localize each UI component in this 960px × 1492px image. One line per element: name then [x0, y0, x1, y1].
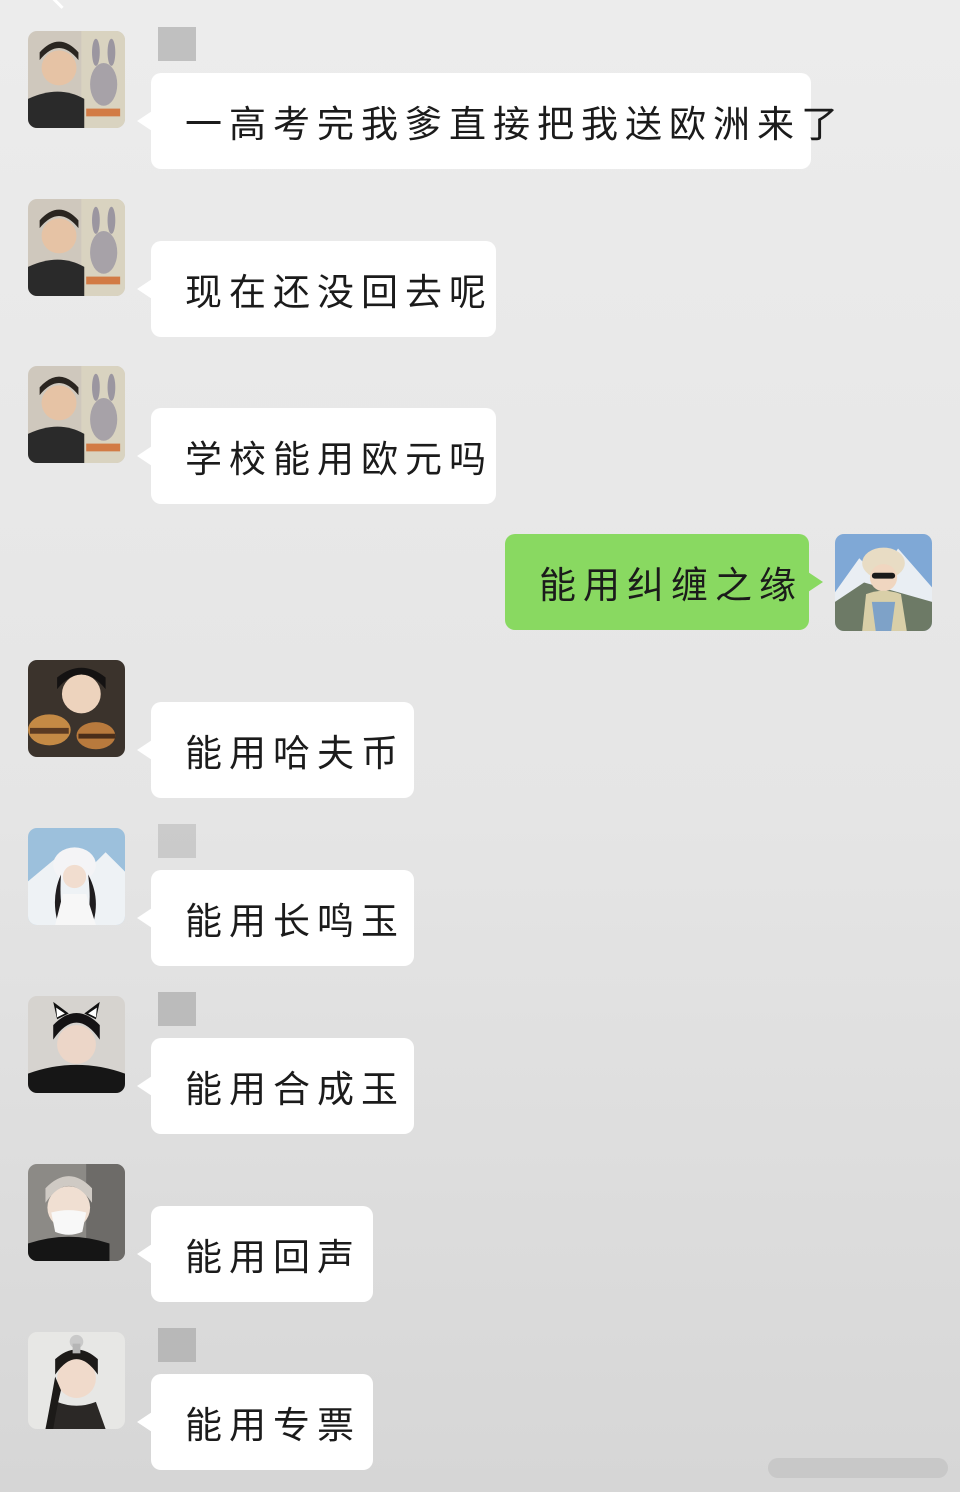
avatar-costume-man[interactable] [28, 1332, 125, 1429]
message-bubble[interactable]: 能用合成玉 [137, 1038, 414, 1134]
message-bubble[interactable]: 能用长鸣玉 [137, 870, 414, 966]
sender-name-masked [158, 992, 196, 1026]
avatar-boy-with-plush-toy[interactable] [28, 199, 125, 296]
message-bubble[interactable]: 现在还没回去呢 [137, 241, 496, 337]
message-bubble[interactable]: 一高考完我爹直接把我送欧洲来了 [137, 73, 838, 169]
avatar-boy-cat-ears[interactable] [28, 996, 125, 1093]
avatar-boy-with-plush-toy[interactable] [28, 31, 125, 128]
avatar-girl-in-snow[interactable] [28, 828, 125, 925]
sender-name-masked [158, 27, 196, 61]
back-chevron-icon[interactable] [48, 0, 75, 9]
message-bubble[interactable]: 学校能用欧元吗 [137, 408, 496, 504]
message-bubble-outgoing[interactable]: 能用纠缠之缘 [505, 534, 823, 630]
sender-name-masked [158, 824, 196, 858]
message-bubble[interactable]: 能用专票 [137, 1374, 373, 1470]
message-bubble[interactable]: 能用哈夫币 [137, 702, 414, 798]
avatar-boy-face-mask[interactable] [28, 1164, 125, 1261]
avatar-boy-with-burger[interactable] [28, 660, 125, 757]
sender-name-masked [158, 1328, 196, 1362]
message-bubble[interactable]: 能用回声 [137, 1206, 373, 1302]
avatar-girl-in-mountains[interactable] [835, 534, 932, 631]
avatar-boy-with-plush-toy[interactable] [28, 366, 125, 463]
watermark [768, 1458, 948, 1478]
